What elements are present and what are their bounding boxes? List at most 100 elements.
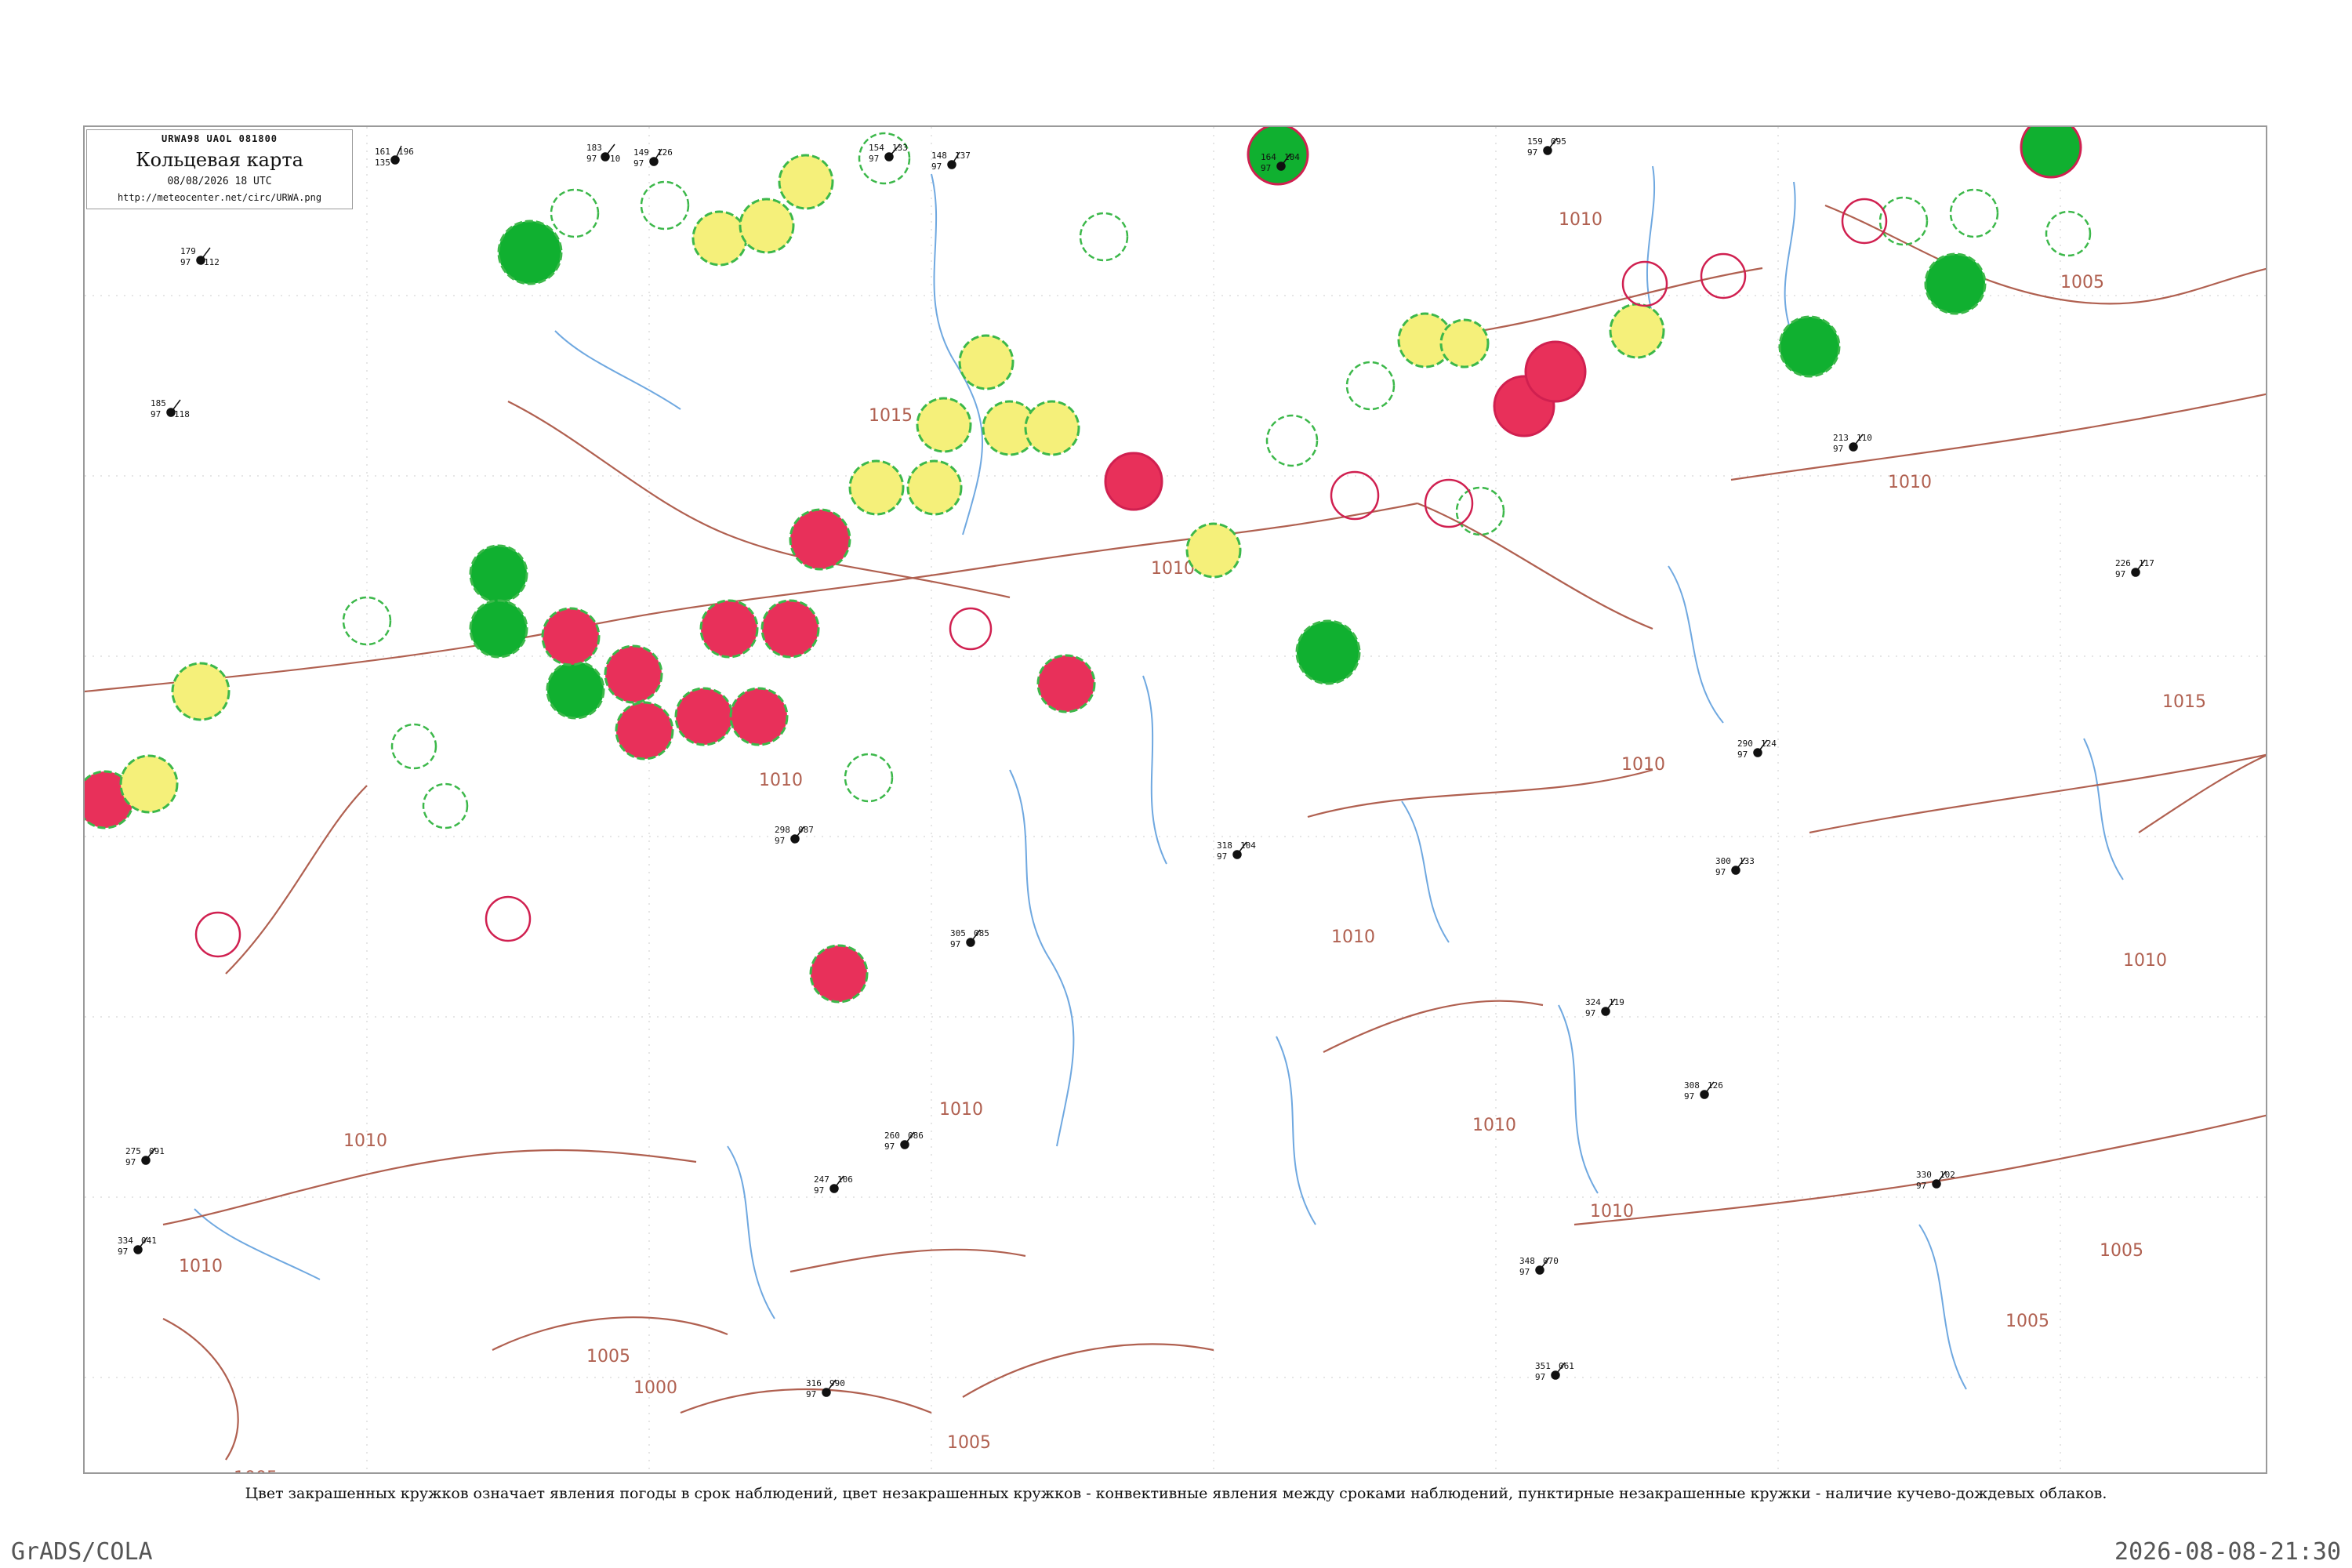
station-circle-red bbox=[729, 687, 789, 746]
station-circle-yellow bbox=[1185, 522, 1242, 579]
station-dew: 97 bbox=[1217, 851, 1227, 862]
isobar-label: 1010 bbox=[343, 1131, 387, 1151]
ring-red bbox=[1841, 198, 1888, 245]
map-url: http://meteocenter.net/circ/URWA.png bbox=[117, 192, 322, 203]
station-temp: 149 bbox=[633, 147, 649, 158]
ring-green-dashed bbox=[550, 188, 600, 238]
station-temp: 154 bbox=[869, 143, 884, 153]
ring-green-dashed bbox=[1265, 414, 1319, 467]
ring-green-dashed bbox=[422, 782, 469, 829]
station-plots: 161 135 196 183 97 10 149 97 126 154 97 … bbox=[118, 136, 2154, 1399]
isobar-label: 1010 bbox=[759, 771, 803, 790]
bulletin-code: URWA98 UAOL 081800 bbox=[161, 133, 278, 144]
isobar-label: 1010 bbox=[1621, 755, 1665, 775]
station-temp: 330 bbox=[1916, 1170, 1932, 1180]
ring-red bbox=[1621, 260, 1668, 307]
ring-green-dashed bbox=[844, 753, 894, 803]
station-temp: 318 bbox=[1217, 840, 1232, 851]
map-datetime: 08/08/2026 18 UTC bbox=[167, 176, 272, 187]
station-circle-yellow bbox=[1024, 400, 1080, 456]
station-pressure: 119 bbox=[1609, 997, 1624, 1007]
station-circle-yellow bbox=[958, 334, 1014, 390]
station-circle-red bbox=[699, 599, 759, 659]
ring-red bbox=[1424, 478, 1474, 528]
station-circle-yellow bbox=[1439, 318, 1490, 368]
station-dew: 97 bbox=[1916, 1181, 1926, 1191]
station-circle-red bbox=[1104, 452, 1163, 511]
station-temp: 308 bbox=[1684, 1080, 1700, 1091]
ring-red bbox=[1330, 470, 1380, 521]
isobar-label: 1005 bbox=[586, 1347, 630, 1367]
station-circle-yellow bbox=[691, 210, 748, 267]
station-pressure: 104 bbox=[1240, 840, 1256, 851]
station-circle-green bbox=[2020, 127, 2082, 179]
station-pressure: 102 bbox=[1940, 1170, 1955, 1180]
station-dew: 97 bbox=[1535, 1372, 1545, 1382]
station-pressure: 133 bbox=[1739, 856, 1755, 866]
station-dew: 97 bbox=[869, 154, 879, 164]
station-temp: 298 bbox=[775, 825, 790, 835]
station-pressure: 990 bbox=[829, 1378, 845, 1388]
station-temp: 179 bbox=[180, 246, 196, 256]
station-temp: 159 bbox=[1527, 136, 1543, 147]
isobars bbox=[85, 204, 2266, 1461]
station-circle-yellow bbox=[119, 754, 179, 814]
isobar-label: 1005 bbox=[2060, 273, 2104, 292]
station-dew: 97 bbox=[814, 1185, 824, 1196]
ring-red bbox=[194, 911, 241, 958]
station-pressure: 118 bbox=[174, 409, 190, 419]
station-dew: 97 bbox=[1519, 1267, 1530, 1277]
station-dew: 97 bbox=[931, 162, 942, 172]
isobar-label: 1010 bbox=[939, 1100, 983, 1120]
station-temp: 213 bbox=[1833, 433, 1849, 443]
ring-green-dashed bbox=[390, 723, 437, 770]
station-circle-green bbox=[1778, 315, 1841, 378]
station-temp: 185 bbox=[151, 398, 166, 408]
station-circle-red bbox=[674, 687, 734, 746]
station-temp: 164 bbox=[1261, 152, 1276, 162]
station-dew: 97 bbox=[1715, 867, 1726, 877]
ring-green-dashed bbox=[1345, 361, 1396, 411]
station-temp: 305 bbox=[950, 928, 966, 938]
station-circle-yellow bbox=[906, 459, 963, 516]
isobar-label: 1010 bbox=[1888, 473, 1932, 492]
station-dew: 97 bbox=[1585, 1008, 1595, 1018]
station-pressure: 070 bbox=[1543, 1256, 1559, 1266]
station-circle-yellow bbox=[916, 397, 972, 453]
station-temp: 324 bbox=[1585, 997, 1601, 1007]
station-circle-red bbox=[809, 944, 869, 1004]
ring-green-dashed bbox=[1455, 486, 1505, 536]
station-pressure: 091 bbox=[149, 1146, 165, 1156]
station-circle-green bbox=[546, 660, 605, 720]
station-pressure: 086 bbox=[908, 1131, 924, 1141]
station-pressure: 061 bbox=[1559, 1361, 1574, 1371]
station-pressure: 104 bbox=[1284, 152, 1300, 162]
isobar-label: 1010 bbox=[1590, 1202, 1634, 1221]
isobar-label: 1010 bbox=[1151, 559, 1195, 579]
station-circle-red bbox=[541, 607, 601, 666]
station-pressure: 110 bbox=[1857, 433, 1872, 443]
station-temp: 148 bbox=[931, 151, 947, 161]
isobar-label: 1010 bbox=[179, 1257, 223, 1276]
isobar-label: 1005 bbox=[947, 1433, 991, 1453]
station-dew: 97 bbox=[586, 154, 597, 164]
isobar-label: 1010 bbox=[2123, 951, 2167, 971]
station-circle-red bbox=[615, 701, 674, 760]
station-temp: 351 bbox=[1535, 1361, 1551, 1371]
station-temp: 300 bbox=[1715, 856, 1731, 866]
station-circle-green bbox=[469, 599, 528, 659]
weather-phenomena bbox=[85, 127, 2082, 1004]
station-circle-green bbox=[497, 220, 563, 285]
ring-green-dashed bbox=[640, 180, 690, 230]
station-temp: 226 bbox=[2115, 558, 2131, 568]
station-pressure: 095 bbox=[1551, 136, 1566, 147]
station-pressure: 112 bbox=[204, 257, 220, 267]
station-dew: 97 bbox=[180, 257, 191, 267]
station-circle-green bbox=[1295, 619, 1361, 685]
station-temp: 275 bbox=[125, 1146, 141, 1156]
ring-green-dashed bbox=[1949, 188, 1999, 238]
ring-green-dashed bbox=[1079, 212, 1129, 262]
station-markers bbox=[133, 137, 2146, 1397]
station-circle-yellow bbox=[171, 662, 230, 721]
ring-red bbox=[485, 895, 532, 942]
